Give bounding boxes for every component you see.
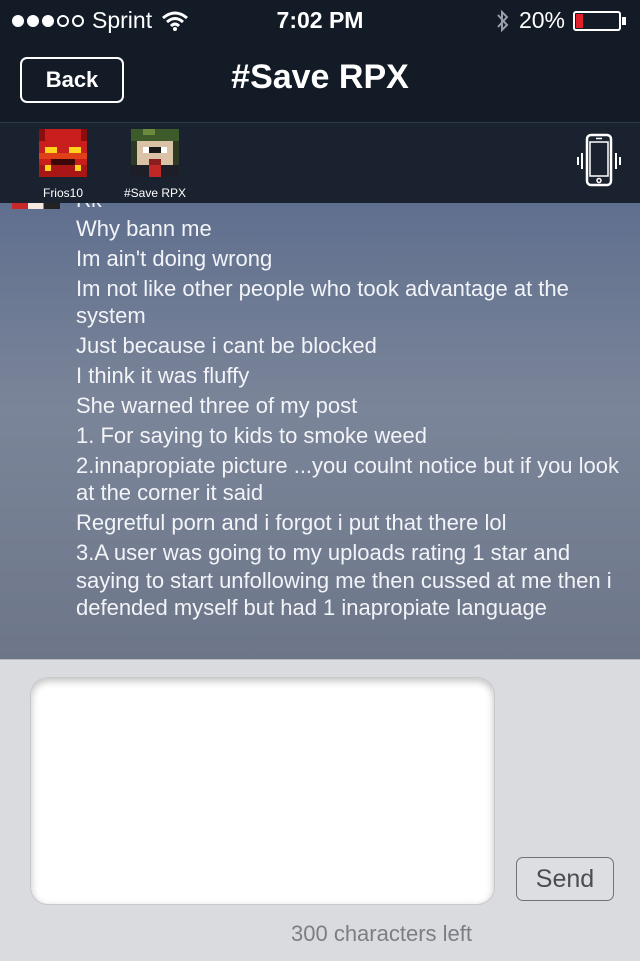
battery-tip (622, 16, 626, 25)
member-name: Frios10 (42, 186, 83, 200)
bluetooth-icon (497, 9, 509, 32)
member-name: #Save RPX (123, 186, 187, 200)
battery-icon (573, 10, 621, 31)
sender-avatar (12, 203, 60, 209)
send-button[interactable]: Send (516, 857, 614, 901)
character-counter: 300 characters left (291, 921, 472, 946)
message-line: 1. For saying to kids to smoke weed (76, 423, 427, 449)
sender-name: Rk (76, 203, 102, 213)
pixel-avatar (131, 129, 179, 177)
message-line: Im not like other people who took advant… (76, 276, 569, 329)
message-composer: Send 300 characters left (0, 659, 640, 961)
status-right-group: 20% (495, 7, 626, 34)
page-title: #Save RPX (231, 58, 409, 96)
message-line: 2.innapropiate picture ...you coulnt not… (76, 453, 620, 506)
phone-vibrate-icon[interactable] (576, 133, 622, 189)
message-body: Why bann me Im ain't doing wrong Im not … (76, 215, 632, 624)
member-frios10[interactable]: Frios10 (18, 129, 108, 200)
back-button[interactable]: Back (20, 57, 124, 103)
red-pixel-avatar (39, 129, 87, 177)
chat-area[interactable]: Rk Why bann me Im ain't doing wrong Im n… (0, 203, 640, 659)
message-line: Why bann me (76, 216, 212, 241)
message-line: She warned three of my post (76, 393, 358, 419)
message-line: I think it was fluffy (76, 363, 250, 389)
battery-percent: 20% (518, 7, 565, 33)
navigation-bar: Back #Save RPX (0, 40, 640, 123)
message-input[interactable] (30, 677, 495, 905)
members-bar: Frios10 #Save RPX (0, 123, 640, 203)
battery-fill (576, 13, 583, 28)
status-bar: Sprint 7:02 PM 20% (0, 0, 640, 40)
message-line: Im ain't doing wrong (76, 246, 273, 271)
member-save-rpx[interactable]: #Save RPX (110, 129, 200, 200)
message-line: 3.A user was going to my uploads rating … (76, 540, 612, 620)
message-line: Regretful porn and i forgot i put that t… (76, 510, 507, 536)
message-line: Just because i cant be blocked (76, 333, 377, 359)
